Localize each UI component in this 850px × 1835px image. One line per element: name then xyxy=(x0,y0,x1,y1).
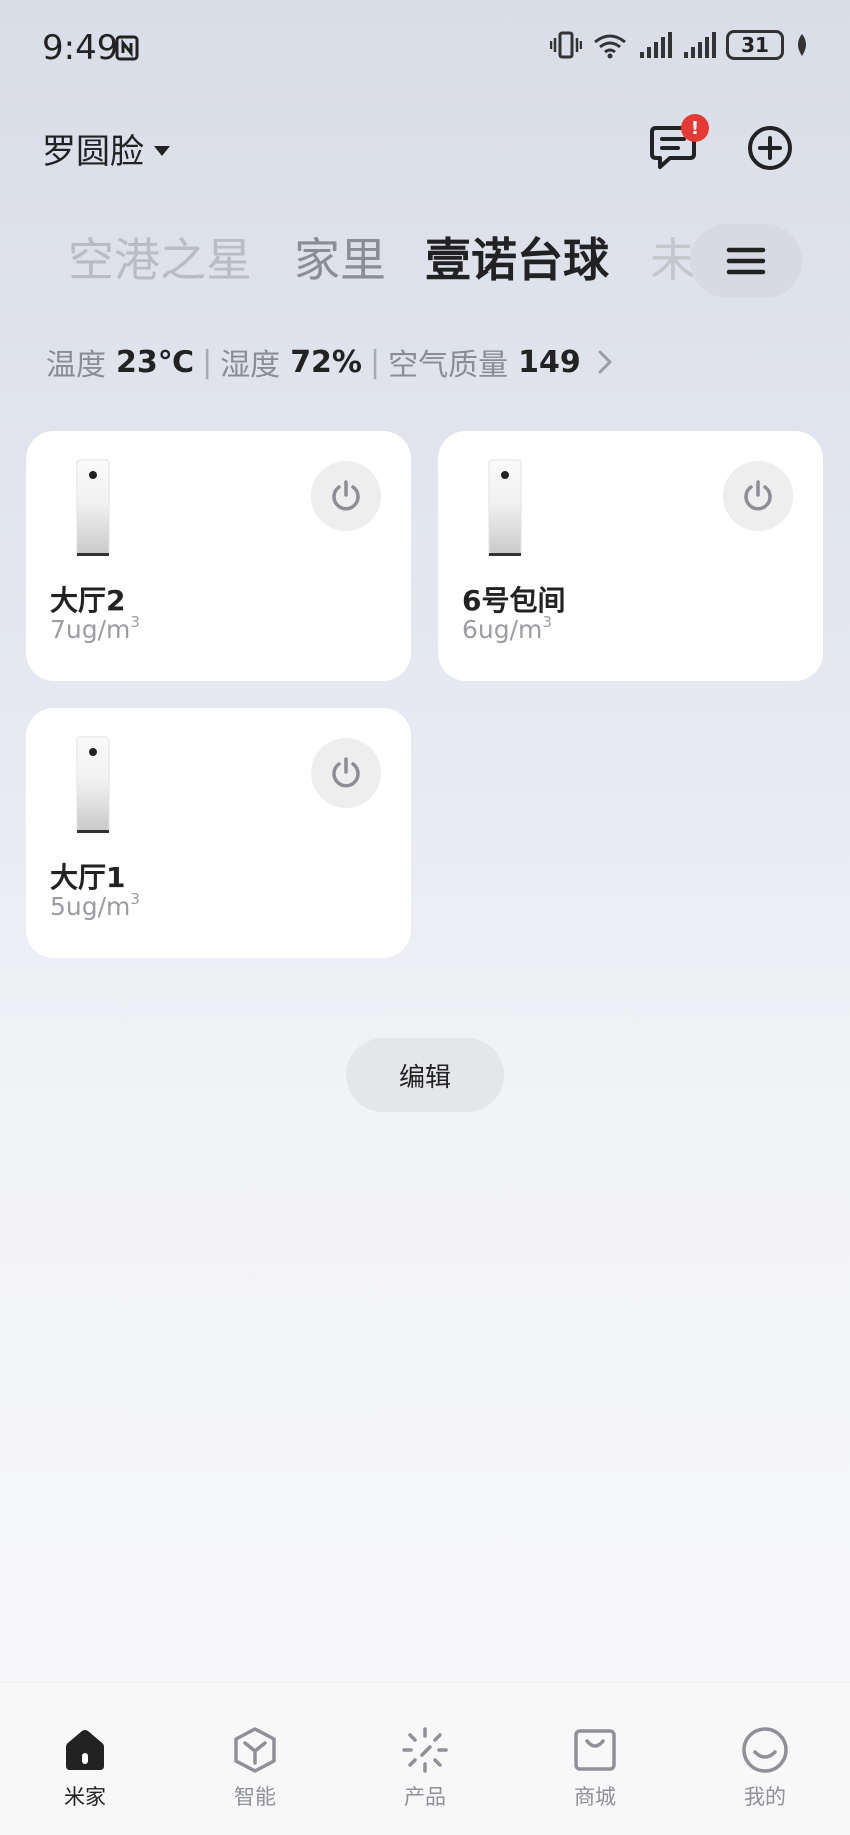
device-reading: 6ug/m3 xyxy=(462,613,552,644)
power-icon xyxy=(332,757,360,788)
battery-indicator: 31 xyxy=(726,30,784,60)
room-menu-button[interactable] xyxy=(690,224,802,298)
sparkle-icon xyxy=(402,1727,448,1773)
device-name: 大厅2 xyxy=(50,584,126,617)
nav-label: 商城 xyxy=(574,1785,616,1809)
shopping-bag-icon xyxy=(574,1729,616,1771)
device-reading: 7ug/m3 xyxy=(50,613,140,644)
home-icon xyxy=(66,1730,104,1770)
cube-icon xyxy=(234,1727,276,1773)
add-icon[interactable] xyxy=(746,124,794,172)
status-time: 9:49 xyxy=(42,28,119,68)
device-reading: 5ug/m3 xyxy=(50,890,140,921)
chevron-right-icon xyxy=(598,350,612,374)
device-card[interactable]: 大厅1 5ug/m3 xyxy=(26,708,411,958)
nav-profile[interactable]: 我的 xyxy=(710,1725,820,1811)
caret-down-icon xyxy=(154,145,170,156)
bottom-nav: 米家 智能 产品 商城 我的 xyxy=(0,1682,850,1835)
humidity-value: 72% xyxy=(290,344,362,380)
temp-label: 温度 xyxy=(46,348,106,383)
status-icons: 31 xyxy=(550,30,810,60)
power-button[interactable] xyxy=(723,461,793,531)
air-purifier-icon xyxy=(76,736,110,833)
nfc-icon xyxy=(115,35,139,61)
nav-mall[interactable]: 商城 xyxy=(540,1725,650,1811)
nav-products[interactable]: 产品 xyxy=(370,1725,480,1811)
device-card[interactable]: 6号包间 6ug/m3 xyxy=(438,431,823,681)
power-icon xyxy=(744,480,772,511)
air-purifier-icon xyxy=(76,459,110,556)
nav-home[interactable]: 米家 xyxy=(30,1725,140,1811)
air-quality-label: 空气质量 xyxy=(388,348,509,383)
temp-value: 23℃ xyxy=(116,344,195,380)
leaf-icon xyxy=(798,34,806,56)
divider: | xyxy=(202,344,213,380)
smile-face-icon xyxy=(742,1727,788,1773)
nav-label: 智能 xyxy=(234,1785,276,1809)
tab-room-1[interactable]: 空港之星 xyxy=(68,225,252,295)
home-selector[interactable]: 罗圆脸 xyxy=(42,124,170,173)
nav-label: 产品 xyxy=(404,1785,446,1809)
edit-button[interactable]: 编辑 xyxy=(346,1038,504,1112)
device-name: 大厅1 xyxy=(50,861,126,894)
tab-room-3-active[interactable]: 壹诺台球 xyxy=(425,225,609,295)
nav-label: 米家 xyxy=(64,1785,106,1809)
divider: | xyxy=(370,344,381,380)
environment-summary[interactable]: 温度 23℃ | 湿度 72% | 空气质量 149 xyxy=(46,340,613,384)
wifi-icon xyxy=(594,34,626,59)
power-button[interactable] xyxy=(311,461,381,531)
menu-icon xyxy=(726,247,766,275)
air-quality-value: 149 xyxy=(518,344,581,380)
humidity-label: 湿度 xyxy=(220,348,281,383)
signal-icon-1 xyxy=(640,32,672,58)
device-card[interactable]: 大厅2 7ug/m3 xyxy=(26,431,411,681)
nav-smart[interactable]: 智能 xyxy=(200,1725,310,1811)
vibrate-icon xyxy=(550,31,582,59)
power-button[interactable] xyxy=(311,738,381,808)
tab-room-2[interactable]: 家里 xyxy=(294,225,386,295)
signal-icon-2 xyxy=(684,32,716,58)
power-icon xyxy=(332,480,360,511)
home-name: 罗圆脸 xyxy=(42,132,144,172)
air-purifier-icon xyxy=(488,459,522,556)
status-bar: 9:49 31 xyxy=(0,0,850,100)
nav-label: 我的 xyxy=(744,1785,786,1809)
message-badge: ! xyxy=(681,114,709,142)
